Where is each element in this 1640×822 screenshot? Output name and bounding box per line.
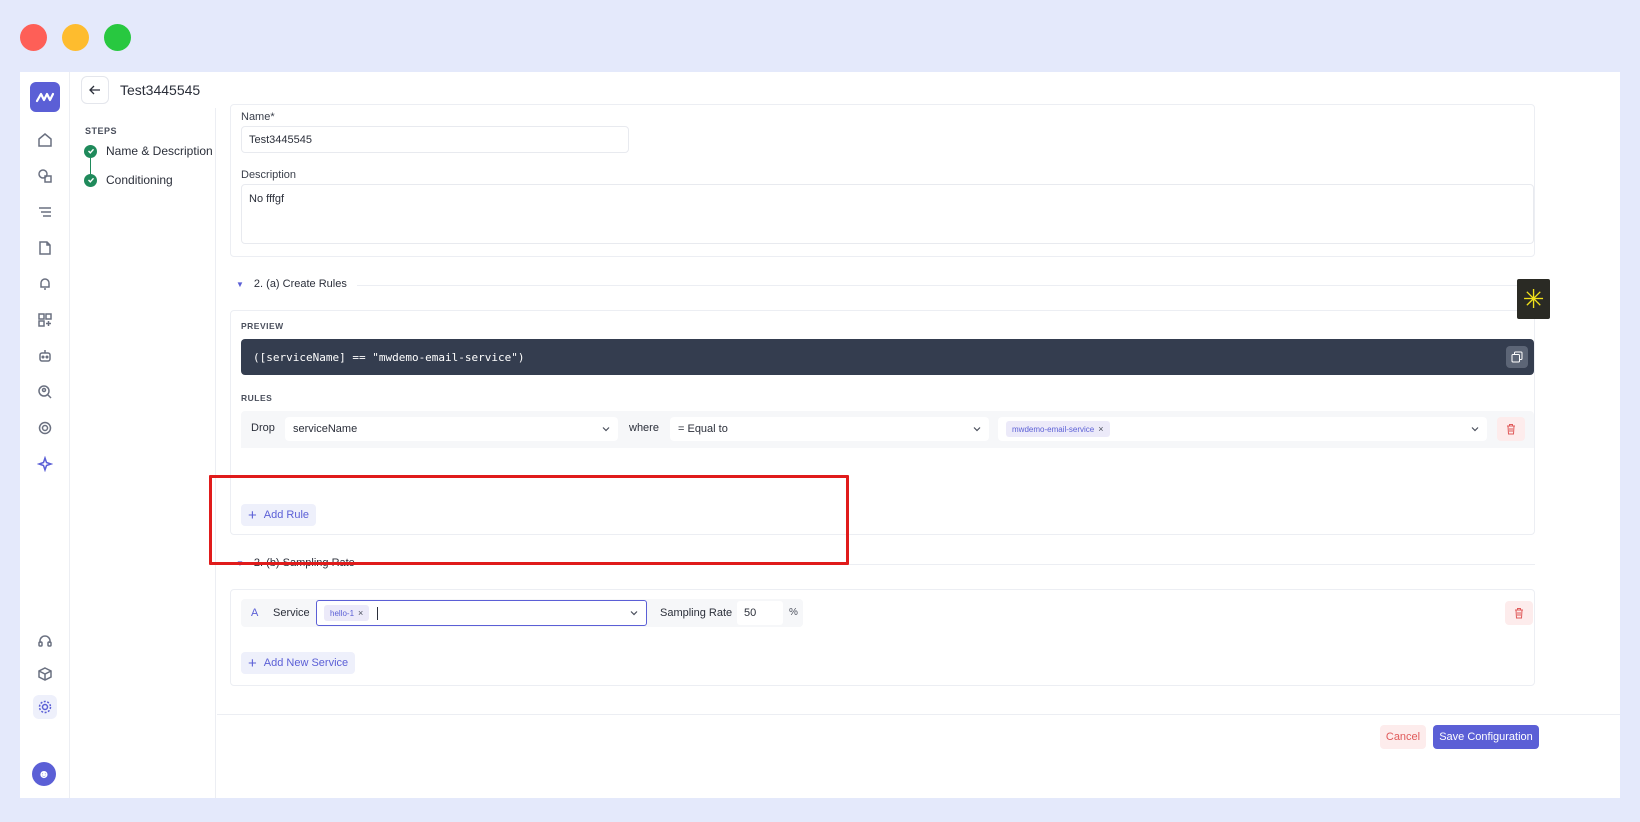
chevron-down-icon [973, 427, 981, 432]
user-avatar[interactable]: ☻ [32, 762, 56, 786]
step-conditioning[interactable]: Conditioning [84, 173, 173, 187]
description-textarea[interactable]: No fffgf [241, 184, 1534, 244]
create-rules-title: 2. (a) Create Rules [253, 278, 347, 290]
chevron-down-icon [630, 611, 638, 616]
chevron-down-icon [1471, 427, 1479, 432]
copy-button[interactable] [1506, 346, 1528, 368]
minimize-window-button[interactable] [62, 24, 89, 51]
copy-icon [1511, 351, 1523, 363]
remove-tag-icon[interactable]: × [1098, 424, 1103, 434]
tag-label: mwdemo-email-service [1012, 424, 1095, 434]
apm-icon[interactable] [33, 164, 57, 188]
rule-operator-select[interactable]: = Equal to [670, 417, 989, 441]
percent-unit: % [789, 607, 798, 618]
chevron-down-icon [602, 427, 610, 432]
arrow-left-icon [89, 85, 100, 95]
step-name-description[interactable]: Name & Description [84, 144, 213, 158]
rule-action: Drop [251, 422, 275, 434]
name-description-card: Name* Test3445545 Description No fffgf [230, 104, 1535, 257]
caret-down-icon: ▼ [236, 279, 244, 289]
main-content: Name* Test3445545 Description No fffgf ▼… [217, 104, 1620, 798]
asterisk-icon: ✳ [1522, 283, 1545, 314]
feedback-widget[interactable]: ✳ [1517, 279, 1550, 319]
check-circle-icon [84, 173, 97, 187]
preview-box: ([serviceName] == "mwdemo-email-service"… [241, 339, 1534, 375]
support-icon[interactable] [33, 629, 57, 653]
logo-icon [35, 92, 55, 103]
create-rules-header[interactable]: ▼ 2. (a) Create Rules [236, 278, 347, 290]
caret-down-icon: ▼ [236, 558, 244, 568]
description-label: Description [241, 169, 297, 181]
user-search-icon[interactable] [33, 380, 57, 404]
settings-icon[interactable] [33, 695, 57, 719]
name-label: Name* [241, 111, 275, 123]
service-tag: hello-1 × [324, 605, 370, 621]
sampling-row-letter: A [251, 607, 259, 619]
rule-value-select[interactable]: mwdemo-email-service × [998, 417, 1487, 441]
sampling-rate-label: Sampling Rate [660, 607, 733, 619]
sparkle-icon[interactable] [33, 452, 57, 476]
app-logo[interactable] [30, 82, 60, 112]
trash-icon [1515, 608, 1523, 619]
sampling-card: A Service hello-1 × Sampling Rate 50 % +… [230, 589, 1535, 686]
rule-row: Drop serviceName where = Equal to mwdemo… [241, 411, 1534, 471]
text-cursor [377, 606, 379, 620]
divider [357, 285, 1535, 286]
page-header: Test3445545 [71, 72, 1620, 108]
bot-icon[interactable] [33, 344, 57, 368]
add-rule-label: Add Rule [263, 509, 310, 521]
rule-where: where [629, 422, 659, 434]
back-button[interactable] [81, 76, 109, 104]
dashboard-add-icon[interactable] [33, 308, 57, 332]
steps-title: STEPS [85, 126, 118, 136]
divider [367, 564, 1535, 565]
step-connector [90, 158, 91, 174]
package-icon[interactable] [33, 662, 57, 686]
service-label: Service [273, 607, 310, 619]
add-rule-button[interactable]: + Add Rule [241, 504, 317, 526]
preview-label: PREVIEW [241, 321, 284, 331]
home-icon[interactable] [33, 128, 57, 152]
rules-label: RULES [241, 393, 273, 403]
cancel-button[interactable]: Cancel [1380, 725, 1426, 749]
footer-divider [217, 714, 1620, 715]
remove-tag-icon[interactable]: × [358, 608, 363, 618]
service-select[interactable]: hello-1 × [316, 600, 647, 626]
rule-value-tag: mwdemo-email-service × [1006, 421, 1110, 437]
check-circle-icon [84, 144, 97, 158]
sampling-rate-group: Sampling Rate 50 % [653, 599, 803, 627]
delete-rule-button[interactable] [1497, 417, 1525, 441]
steps-panel: STEPS Name & Description Conditioning [71, 108, 216, 798]
add-new-service-button[interactable]: + Add New Service [241, 652, 356, 674]
rules-card: PREVIEW ([serviceName] == "mwdemo-email-… [230, 310, 1535, 535]
add-service-label: Add New Service [263, 657, 349, 669]
rule-field-value: serviceName [293, 423, 358, 435]
trash-icon [1507, 424, 1515, 435]
plus-icon: + [248, 506, 257, 524]
step-label: Name & Description [106, 144, 213, 158]
app-window: ☻ Test3445545 STEPS Name & Description C… [20, 72, 1620, 798]
alerts-icon[interactable] [33, 272, 57, 296]
page-title: Test3445545 [120, 82, 201, 98]
sampling-rate-input[interactable]: 50 [737, 601, 783, 625]
sampling-rate-header[interactable]: ▼ 2. (b) Sampling Rate [236, 557, 355, 569]
rule-row-spacer [241, 448, 1534, 471]
close-window-button[interactable] [20, 24, 47, 51]
rule-field-select[interactable]: serviceName [285, 417, 618, 441]
window-controls [20, 24, 131, 51]
rule-operator-value: = Equal to [678, 423, 728, 435]
step-label: Conditioning [106, 173, 173, 187]
left-nav-rail: ☻ [20, 72, 70, 798]
sampling-rate-title: 2. (b) Sampling Rate [253, 557, 355, 569]
name-input[interactable]: Test3445545 [241, 126, 629, 153]
plus-icon: + [248, 654, 257, 672]
maximize-window-button[interactable] [104, 24, 131, 51]
save-configuration-button[interactable]: Save Configuration [1433, 725, 1539, 749]
delete-service-button[interactable] [1505, 601, 1533, 625]
integrations-icon[interactable] [33, 416, 57, 440]
reports-icon[interactable] [33, 236, 57, 260]
preview-text: ([serviceName] == "mwdemo-email-service"… [253, 350, 525, 364]
tag-label: hello-1 [330, 608, 355, 618]
logs-icon[interactable] [33, 200, 57, 224]
